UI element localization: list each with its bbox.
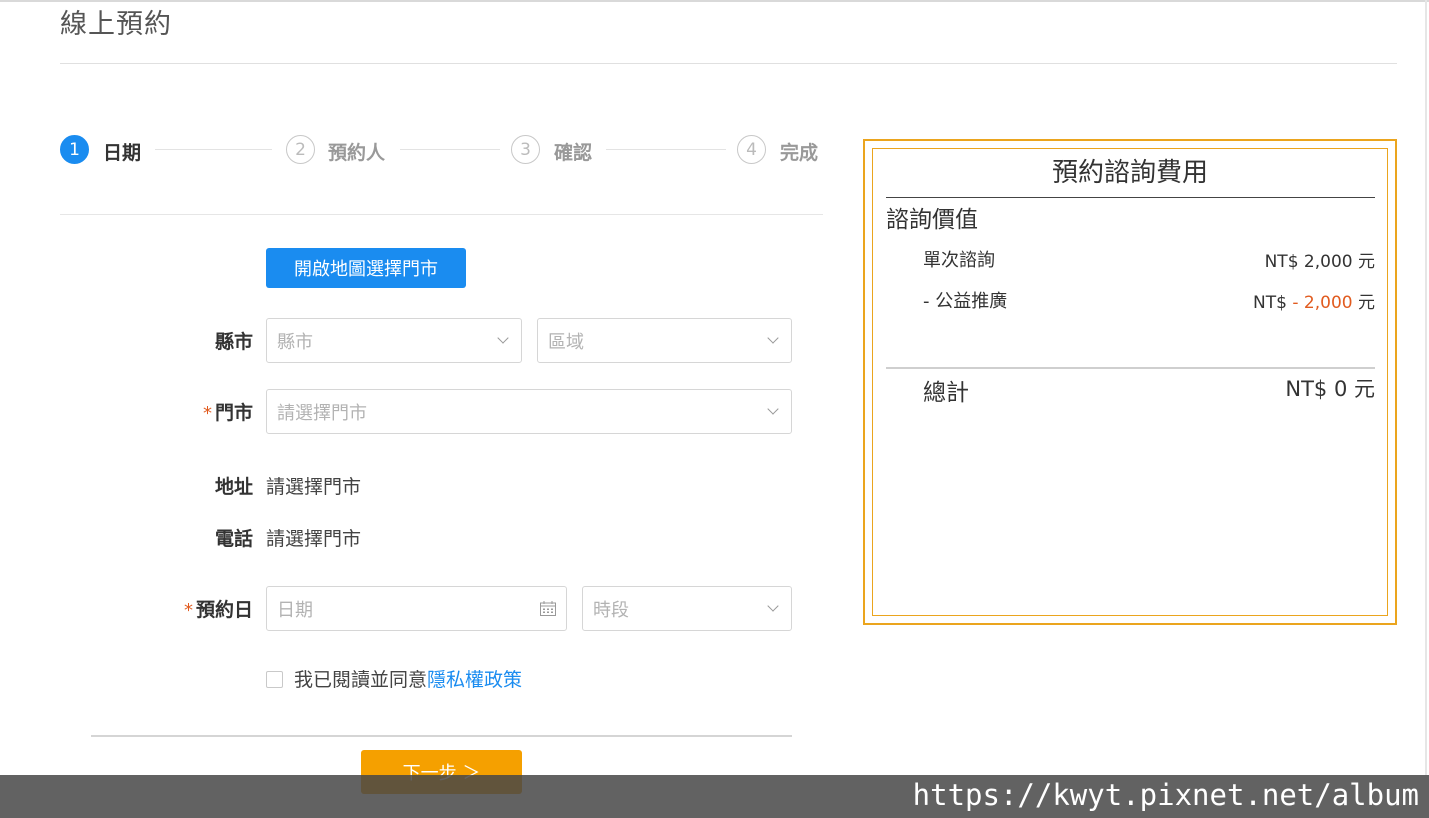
county-placeholder: 縣市 [277,331,313,353]
chevron-down-icon [767,332,779,344]
store-label: * 門市 [133,398,253,425]
chevron-down-icon [767,403,779,415]
store-select[interactable]: 請選擇門市 [266,389,792,434]
step-4-circle: 4 [737,135,766,164]
county-label: 縣市 [214,331,253,353]
address-label: 地址 [214,476,253,498]
phone-label: 電話 [214,528,253,550]
fee-row-value: NT$ - 2,000 元 [1175,288,1375,313]
step-connector [606,149,726,150]
phone-value: 請選擇門市 [266,528,362,550]
district-placeholder: 區域 [548,331,584,353]
step-1-circle: 1 [60,135,89,164]
fee-total-value: NT$ 0 元 [1285,377,1375,401]
district-select[interactable]: 區域 [537,318,792,363]
title-divider [60,63,1397,64]
fee-total-label: 總計 [923,380,969,406]
store-placeholder: 請選擇門市 [277,402,367,424]
currency-prefix: NT$ [1253,293,1293,313]
fee-title-divider [886,197,1375,198]
chevron-down-icon [497,332,509,344]
timeslot-placeholder: 時段 [593,599,629,621]
agree-text: 我已閱讀並同意 [294,669,428,691]
store-label-text: 門市 [214,402,253,424]
step-4-label: 完成 [780,142,819,164]
fee-amount: 2,000 [1303,252,1353,272]
date-picker[interactable]: 日期 [266,586,567,631]
discount-amount: - 2,000 [1292,293,1353,313]
step-connector [400,149,500,150]
step-1-label: 日期 [103,142,142,164]
step-3-label: 確認 [554,142,593,164]
page-title: 線上預約 [60,9,172,40]
privacy-policy-link[interactable]: 隱私權政策 [427,669,522,691]
right-border [1425,0,1427,775]
fee-section-heading: 諮詢價值 [886,207,978,233]
county-select[interactable]: 縣市 [266,318,522,363]
step-2-label: 預約人 [328,142,386,164]
step-2-circle: 2 [286,135,315,164]
top-border [0,0,1429,2]
currency-suffix: 元 [1352,252,1375,272]
fee-total-divider [886,367,1375,369]
form-divider [91,735,792,737]
steps-divider [60,214,823,215]
fee-title: 預約諮詢費用 [1051,158,1208,188]
chevron-down-icon [767,600,779,612]
fee-row-label: 單次諮詢 [923,250,995,271]
step-3-circle: 3 [511,135,540,164]
open-map-button[interactable]: 開啟地圖選擇門市 [266,248,466,288]
currency-prefix: NT$ [1264,252,1304,272]
required-mark: * [183,600,193,621]
date-placeholder: 日期 [277,599,313,621]
step-indicator: 1 日期 2 預約人 3 確認 4 完成 [60,135,823,165]
date-label: * 預約日 [133,595,253,622]
timeslot-select[interactable]: 時段 [582,586,792,631]
date-label-text: 預約日 [195,599,253,621]
calendar-icon [540,601,556,616]
privacy-agree-checkbox[interactable] [266,671,283,688]
watermark-text: https://kwyt.pixnet.net/album [912,778,1419,812]
required-mark: * [202,403,212,424]
fee-row-value: NT$ 2,000 元 [1175,247,1375,272]
currency-suffix: 元 [1352,293,1375,313]
privacy-agree-label: 我已閱讀並同意隱私權政策 [294,665,522,692]
fee-row-label: - 公益推廣 [923,291,1008,312]
step-connector [155,149,272,150]
address-value: 請選擇門市 [266,476,362,498]
